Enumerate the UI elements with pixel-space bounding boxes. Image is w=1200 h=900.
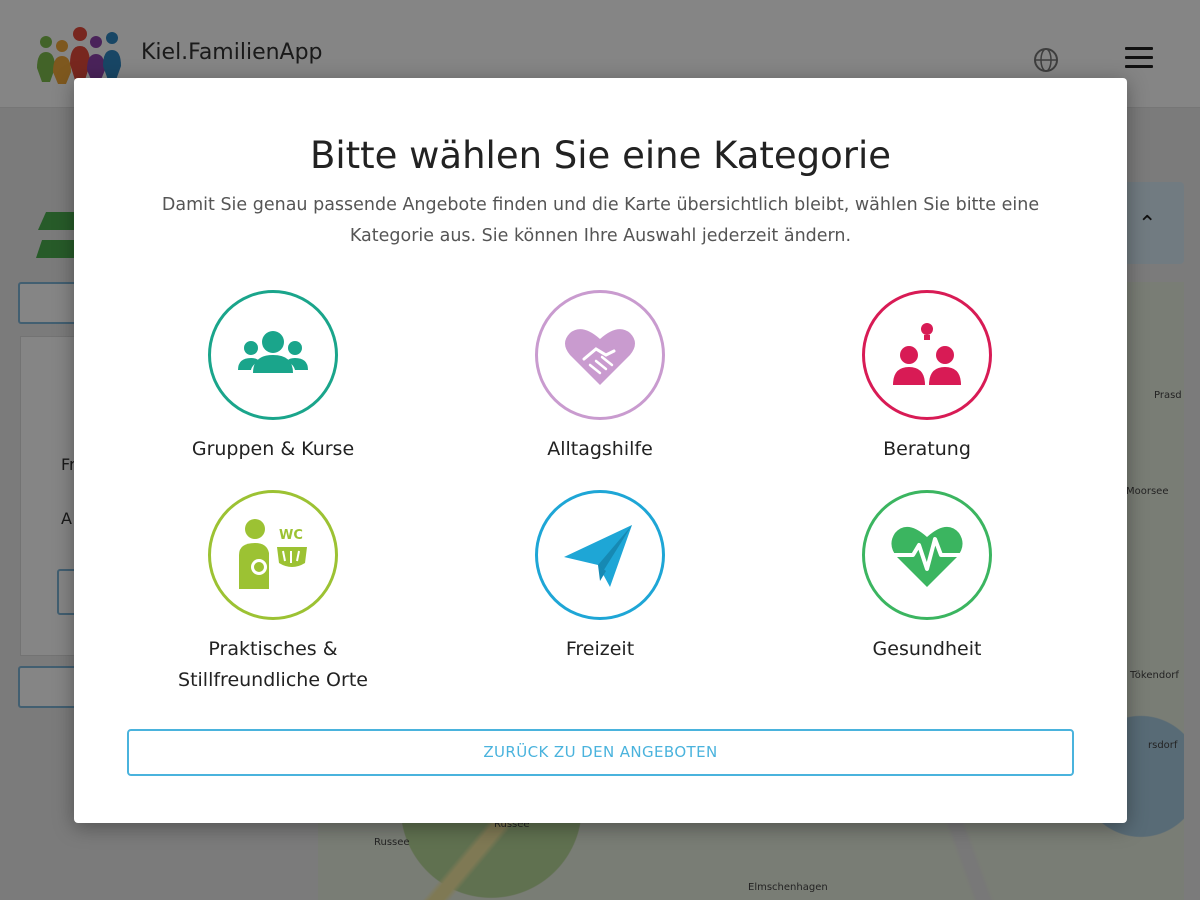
category-dialog: Bitte wählen Sie eine Kategorie Damit Si… xyxy=(74,78,1127,823)
category-gruppen-kurse[interactable]: Gruppen & Kurse xyxy=(123,290,423,465)
category-alltagshilfe[interactable]: Alltagshilfe xyxy=(450,290,750,465)
breastfeeding-wc-icon: WC xyxy=(239,519,307,589)
paper-plane-icon xyxy=(564,525,632,587)
category-beratung[interactable]: Beratung xyxy=(777,290,1077,465)
wc-text: WC xyxy=(279,528,303,543)
dialog-title: Bitte wählen Sie eine Kategorie xyxy=(309,134,892,177)
handshake-heart-icon xyxy=(565,329,635,385)
category-freizeit[interactable]: Freizeit xyxy=(450,490,750,665)
category-label: Gesundheit xyxy=(872,638,982,660)
group-icon xyxy=(238,331,308,373)
category-label: Beratung xyxy=(883,438,971,460)
category-label: Alltagshilfe xyxy=(547,438,653,460)
consultation-icon xyxy=(893,323,961,385)
back-to-offers-button[interactable]: ZURÜCK ZU DEN ANGEBOTEN xyxy=(127,729,1074,776)
heart-pulse-icon xyxy=(891,526,963,587)
category-label: Freizeit xyxy=(565,638,635,660)
category-label: Gruppen & Kurse xyxy=(191,438,355,460)
category-label: Praktisches & Stillfreundliche Orte xyxy=(178,638,368,691)
dialog-description: Damit Sie genau passende Angebote finden… xyxy=(161,195,1040,246)
category-gesundheit[interactable]: Gesundheit xyxy=(777,490,1077,665)
category-praktisches[interactable]: WC Praktisches & Stillfreundliche Orte xyxy=(123,490,423,696)
